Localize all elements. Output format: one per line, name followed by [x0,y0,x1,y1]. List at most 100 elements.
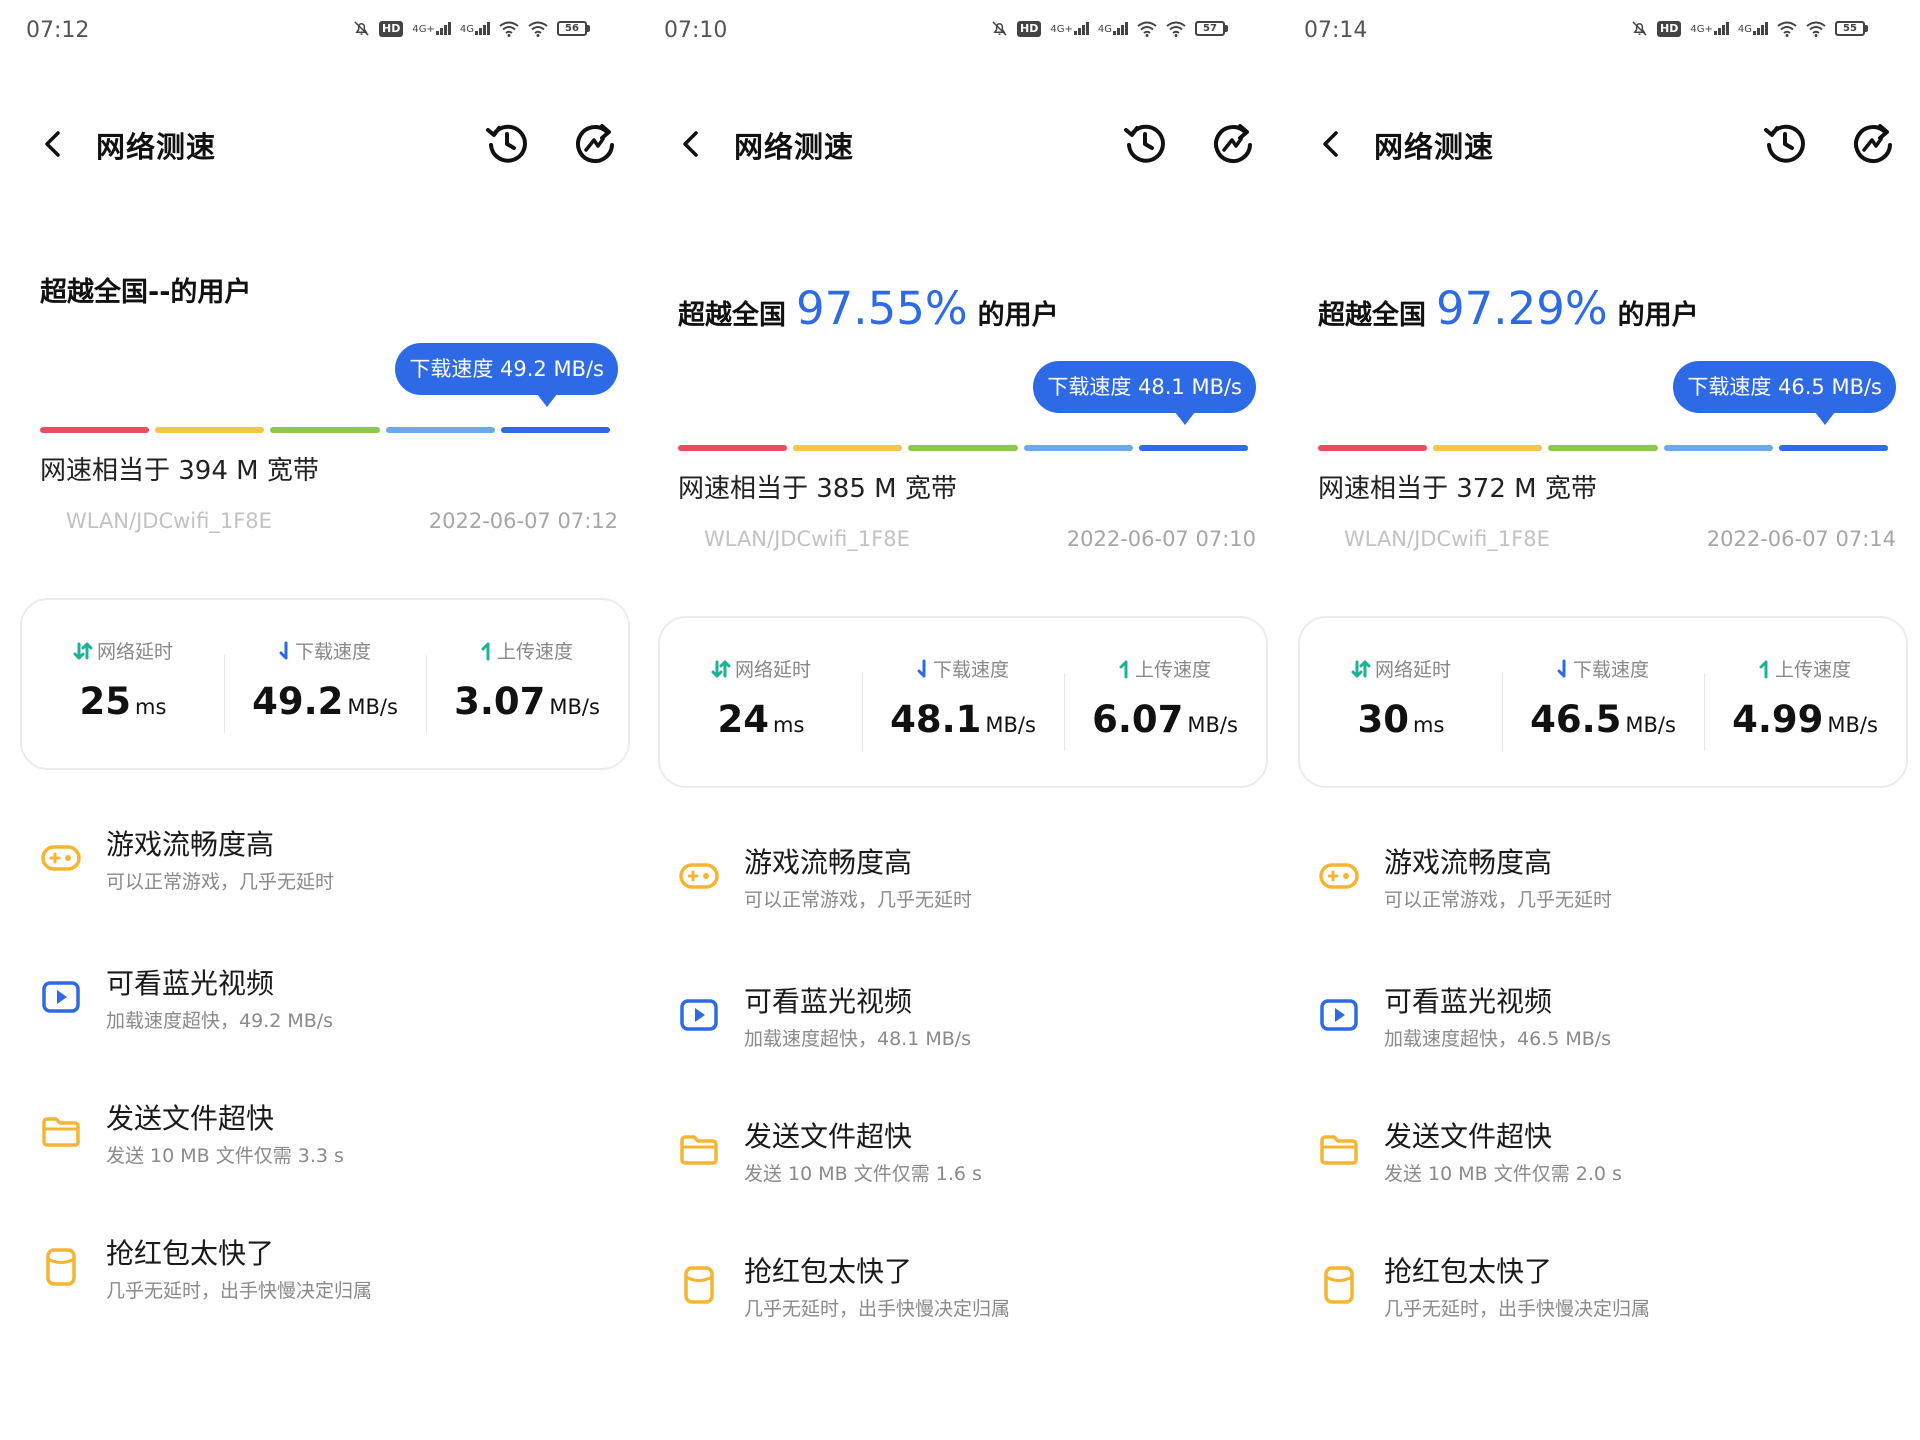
stat-upload-unit: MB/s [1827,713,1878,737]
stat-upload-label: 上传速度 [1064,655,1266,682]
feature-item: 可看蓝光视频 加载速度超快，49.2 MB/s [40,962,620,1042]
signal-4g-plus-icon: 4G+ [1050,22,1089,35]
test-timestamp: 2022-06-07 07:14 [1706,527,1896,551]
back-button[interactable] [38,128,70,160]
feature-subtitle: 发送 10 MB 文件仅需 2.0 s [1384,1163,1622,1185]
wifi-icon [1166,21,1186,37]
feature-title: 抢红包太快了 [106,1237,275,1270]
stat-upload-unit: MB/s [1187,713,1238,737]
feature-subtitle: 几乎无延时，出手快慢决定归属 [744,1298,1011,1320]
speed-rating-bar [678,445,1249,451]
status-icons: HD 4G+ 4G 55 [1631,20,1868,37]
hd-voice-icon: HD [1657,20,1682,37]
retest-button[interactable] [572,120,618,166]
stat-download: 下载速度 46.5 MB/s [1502,659,1704,751]
status-icons: HD 4G+ 4G 57 [991,20,1228,37]
stat-download-unit: MB/s [1625,713,1676,737]
stat-upload-label: 上传速度 [426,637,628,664]
battery-icon: 55 [1835,21,1868,36]
upload-arrow-icon [481,642,490,660]
stat-download-label: 下载速度 [862,655,1064,682]
hd-label: HD [1017,20,1042,37]
headline-prefix: 超越全国 [40,277,148,308]
app-bar: 网络测速 [638,118,1278,170]
rating-segment [385,427,495,433]
battery-icon: 57 [1195,21,1228,36]
feature-subtitle: 加载速度超快，46.5 MB/s [1384,1028,1612,1050]
gamepad-icon [678,855,720,897]
rating-segment [270,427,380,433]
download-speed-bubble: 下载速度 49.2 MB/s [395,343,618,407]
headline-percent: 97.55% [796,282,968,335]
stat-latency-label-text: 网络延时 [734,659,811,681]
gamepad-icon [40,837,82,879]
stat-download-unit: MB/s [985,713,1036,737]
signal-4g-plus-icon: 4G+ [412,22,451,35]
download-arrow-icon [279,641,288,659]
speed-test-comparison: 07:12 HD 4G+ 4G 56 网络测速 超越全国 -- 的用户 下载速度 49.2… [0,0,1920,1440]
wifi-plus-icon [499,21,519,37]
feature-title: 可看蓝光视频 [106,967,275,1000]
battery-level: 57 [1195,21,1225,36]
bandwidth-equivalent: 网速相当于 372 M 宽带 [1318,474,1597,504]
back-button[interactable] [1316,128,1348,160]
feature-subtitle: 几乎无延时，出手快慢决定归属 [1384,1298,1651,1320]
stat-latency-unit: ms [135,695,167,719]
history-button[interactable] [1762,120,1808,166]
red-packet-icon [40,1246,82,1288]
stat-download: 下载速度 48.1 MB/s [862,659,1064,751]
network-name: WLAN/JDCwifi_1F8E [66,509,272,533]
app-bar: 网络测速 [1278,118,1918,170]
rating-segment [793,445,903,451]
chevron-left-icon [38,131,70,164]
download-arrow-icon [917,659,926,677]
feature-item: 发送文件超快 发送 10 MB 文件仅需 3.3 s [40,1097,620,1177]
headline-percent: 97.29% [1436,282,1608,335]
mute-bell-icon [353,20,370,37]
stat-latency-label-text: 网络延时 [1374,659,1451,681]
feature-title: 游戏流畅度高 [106,828,275,861]
hd-label: HD [1657,20,1682,37]
rating-segment [500,427,611,433]
headline-prefix: 超越全国 [1318,300,1426,331]
stat-download-number: 46.5 [1530,698,1622,741]
stat-upload-label: 上传速度 [1704,655,1906,682]
retest-button[interactable] [1210,120,1256,166]
stat-download-label: 下载速度 [1502,655,1704,682]
screen-panel: 07:10 HD 4G+ 4G 57 网络测速 超越全国 97.55% 的用户 下载速度 … [638,0,1278,1440]
video-play-icon [40,976,82,1018]
rating-segment [1023,445,1133,451]
page-title: 网络测速 [1374,130,1495,164]
feature-item: 游戏流畅度高 可以正常游戏，几乎无延时 [40,823,620,903]
stat-download-value: 46.5 MB/s [1502,698,1704,741]
screen-panel: 07:12 HD 4G+ 4G 56 网络测速 超越全国 -- 的用户 下载速度 49.2… [0,0,640,1440]
feature-item: 可看蓝光视频 加载速度超快，46.5 MB/s [1318,980,1898,1060]
back-button[interactable] [676,128,708,160]
feature-subtitle: 发送 10 MB 文件仅需 3.3 s [106,1145,344,1167]
stat-upload: 上传速度 3.07 MB/s [426,641,628,733]
latency-arrows-icon [1351,660,1371,677]
page-title: 网络测速 [96,130,217,164]
stat-download: 下载速度 49.2 MB/s [224,641,426,733]
screen-panel: 07:14 HD 4G+ 4G 55 网络测速 超越全国 97.29% 的用户 下载速度 … [1278,0,1918,1440]
stat-upload-number: 6.07 [1092,698,1184,741]
refresh-icon [572,124,618,170]
history-button[interactable] [1122,120,1168,166]
retest-button[interactable] [1850,120,1896,166]
status-icons: HD 4G+ 4G 56 [353,20,590,37]
mute-bell-icon [991,20,1008,37]
feature-subtitle: 加载速度超快，48.1 MB/s [744,1028,972,1050]
stat-latency-label: 网络延时 [660,655,862,682]
app-bar: 网络测速 [0,118,640,170]
feature-title: 抢红包太快了 [744,1255,913,1288]
feature-subtitle: 可以正常游戏，几乎无延时 [1384,889,1613,911]
history-button[interactable] [484,120,530,166]
hd-voice-icon: HD [379,20,404,37]
signal-4g-icon: 4G [1738,22,1768,35]
download-arrow-icon [1557,659,1566,677]
network-name: WLAN/JDCwifi_1F8E [1344,527,1550,551]
battery-level: 56 [557,21,587,36]
rating-segment [1778,445,1889,451]
status-bar: 07:12 HD 4G+ 4G 56 [0,16,640,50]
network-type-1: 4G+ [412,24,435,35]
